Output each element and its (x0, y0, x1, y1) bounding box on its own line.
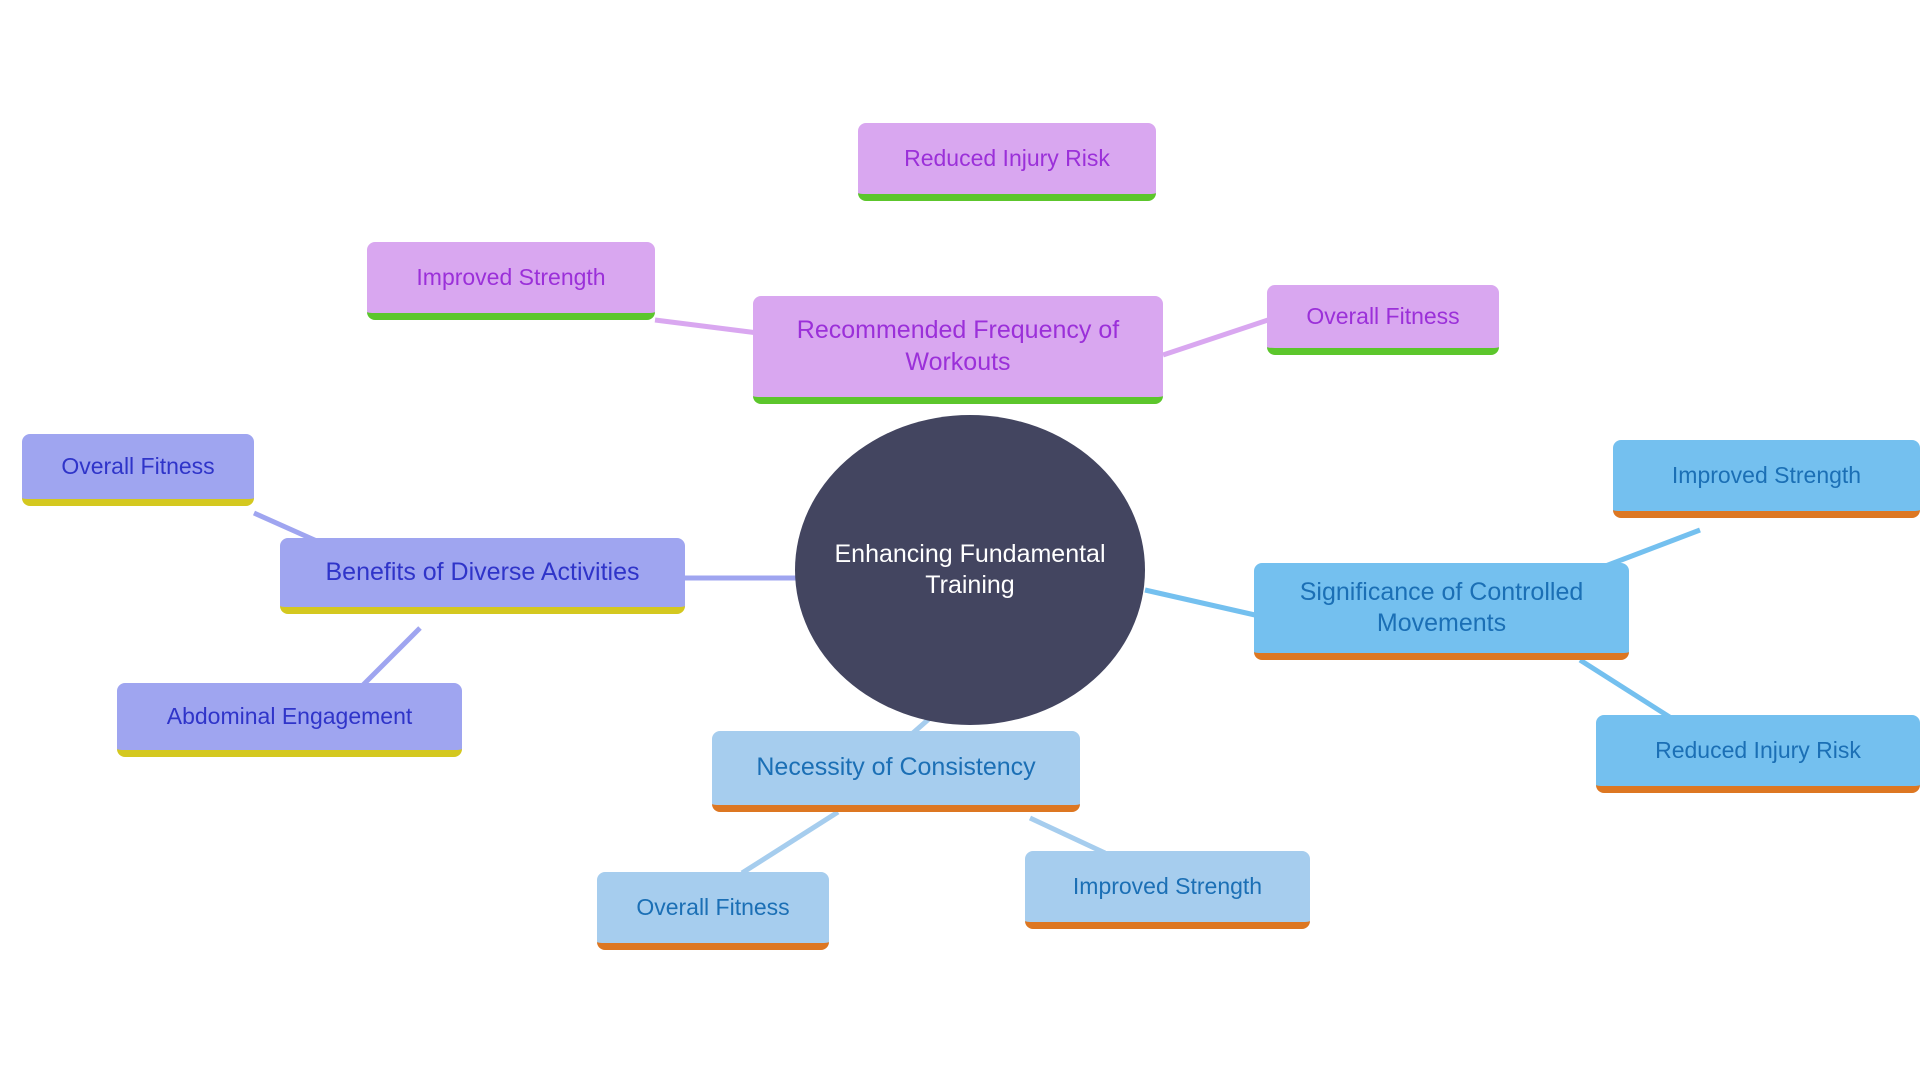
leaf-node-overall-fitness-bottom-label: Overall Fitness (636, 894, 790, 921)
branch-node-recommended-frequency[interactable]: Recommended Frequency of Workouts (753, 296, 1163, 404)
edge-consistency-to-overall-fitness (740, 809, 840, 876)
leaf-node-improved-strength-topleft-label: Improved Strength (416, 264, 606, 291)
leaf-node-reduced-injury-risk-right[interactable]: Reduced Injury Risk (1596, 715, 1920, 793)
branch-node-significance-controlled-movements[interactable]: Significance of Controlled Movements (1254, 563, 1629, 660)
branch-node-recommended-frequency-label: Recommended Frequency of Workouts (796, 316, 1120, 376)
root-node-label: Enhancing Fundamental Training (834, 539, 1106, 599)
mindmap-canvas: Enhancing Fundamental Training Recommend… (0, 0, 1920, 1080)
leaf-node-abdominal-engagement[interactable]: Abdominal Engagement (117, 683, 462, 757)
branch-node-significance-controlled-movements-label: Significance of Controlled Movements (1299, 577, 1584, 637)
leaf-node-overall-fitness-topright[interactable]: Overall Fitness (1267, 285, 1499, 355)
branch-node-benefits-diverse-activities[interactable]: Benefits of Diverse Activities (280, 538, 685, 614)
leaf-node-overall-fitness-bottom[interactable]: Overall Fitness (597, 872, 829, 950)
leaf-node-reduced-injury-risk-top-label: Reduced Injury Risk (904, 145, 1110, 172)
edge-root-to-controlled (1144, 587, 1256, 618)
leaf-node-overall-fitness-left-label: Overall Fitness (61, 453, 215, 480)
root-node[interactable]: Enhancing Fundamental Training (795, 415, 1145, 725)
leaf-node-improved-strength-bottom[interactable]: Improved Strength (1025, 851, 1310, 929)
leaf-node-abdominal-engagement-label: Abdominal Engagement (166, 703, 413, 730)
edge-consistency-to-improved-strength (1028, 815, 1107, 856)
leaf-node-overall-fitness-left[interactable]: Overall Fitness (22, 434, 254, 506)
branch-node-benefits-diverse-activities-label: Benefits of Diverse Activities (325, 557, 640, 586)
edge-frequency-to-overall-fitness (1162, 317, 1269, 358)
leaf-node-improved-strength-right-label: Improved Strength (1671, 462, 1862, 489)
leaf-node-reduced-injury-risk-top[interactable]: Reduced Injury Risk (858, 123, 1156, 201)
leaf-node-reduced-injury-risk-right-label: Reduced Injury Risk (1655, 737, 1861, 764)
leaf-node-overall-fitness-topright-label: Overall Fitness (1306, 303, 1460, 330)
branch-node-necessity-of-consistency-label: Necessity of Consistency (756, 753, 1036, 782)
leaf-node-improved-strength-right[interactable]: Improved Strength (1613, 440, 1920, 518)
branch-node-necessity-of-consistency[interactable]: Necessity of Consistency (712, 731, 1080, 812)
edge-frequency-to-improved-strength (654, 317, 759, 336)
leaf-node-improved-strength-bottom-label: Improved Strength (1072, 873, 1263, 900)
leaf-node-improved-strength-topleft[interactable]: Improved Strength (367, 242, 655, 320)
